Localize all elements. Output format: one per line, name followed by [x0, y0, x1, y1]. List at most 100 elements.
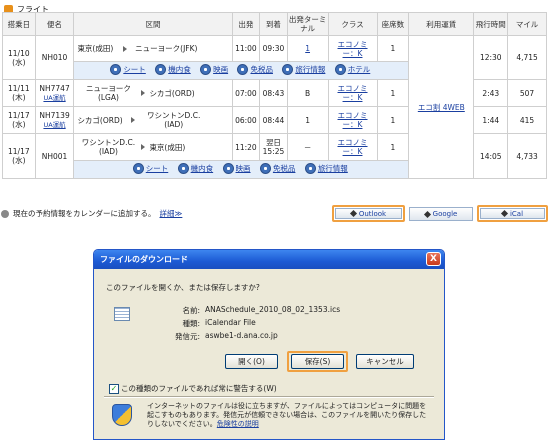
meal-link[interactable]: 機内食 — [191, 164, 214, 173]
movie-link[interactable]: 映画 — [236, 164, 251, 173]
ical-button[interactable]: iCal — [477, 205, 548, 222]
class-link[interactable]: エコノミー：K — [333, 40, 373, 58]
fare-link[interactable]: エコ割 4WEB — [418, 103, 465, 112]
time-cell: 2:43 — [473, 79, 509, 107]
risk-link[interactable]: 危険性の説明 — [217, 420, 259, 428]
seat-icon — [132, 163, 144, 174]
th-fare: 利用運賃 — [408, 12, 475, 36]
th-dep: 出発 — [231, 12, 261, 36]
pen-icon — [423, 210, 431, 218]
th-seats: 座席数 — [376, 12, 410, 36]
th-miles: マイル — [507, 12, 547, 36]
meal-icon — [155, 64, 167, 75]
warn-checkbox-row[interactable]: ✓ この種類のファイルであれば常に警告する(W) — [109, 383, 277, 394]
miles-cell: 4,733 — [507, 133, 547, 179]
terminal-link[interactable]: 1 — [305, 44, 310, 53]
outlook-button[interactable]: Outlook — [332, 205, 405, 222]
seat-link[interactable]: シート — [146, 164, 169, 173]
type-value: iCalendar File — [205, 318, 256, 327]
date-cell: 11/10 (水) — [2, 35, 36, 80]
calendar-add-row: 現在の予約情報をカレンダーに追加する。 詳細≫ — [1, 208, 182, 219]
date-cell: 11/17 (水) — [2, 106, 36, 134]
th-arr: 到着 — [259, 12, 288, 36]
time-cell: 14:05 — [473, 133, 509, 179]
hotel-icon — [334, 64, 346, 75]
class-link[interactable]: エコノミー：K — [333, 84, 373, 102]
route-cell: ワシントンD.C.(IAD) 東京(成田) — [73, 133, 233, 161]
seat-icon — [110, 64, 122, 75]
miles-cell: 415 — [507, 106, 547, 134]
th-route: 区間 — [73, 12, 233, 36]
outlook-label: Outlook — [358, 209, 387, 218]
time-cell: 1:44 — [473, 106, 509, 134]
th-terminal: 出発ターミナル — [286, 12, 329, 36]
dep-cell: 07:00 — [231, 79, 261, 107]
seats-cell: 1 — [376, 106, 410, 134]
movie-icon — [200, 64, 212, 75]
cancel-button[interactable]: キャンセル — [356, 354, 414, 369]
movie-link[interactable]: 映画 — [213, 65, 228, 74]
checkbox[interactable]: ✓ — [109, 383, 119, 394]
calendar-text: 現在の予約情報をカレンダーに追加する。 — [13, 209, 156, 218]
travel-info-icon — [304, 163, 316, 174]
flight-cell: NH7747 UA運航 — [34, 79, 75, 107]
terminal-cell: B — [286, 79, 329, 107]
fare-cell: エコ割 4WEB — [408, 35, 475, 179]
dutyfree-link[interactable]: 免税品 — [273, 164, 296, 173]
google-label: Google — [432, 210, 458, 218]
seats-cell: 1 — [376, 133, 410, 161]
arr-cell: 09:30 — [259, 35, 288, 62]
dialog-question: このファイルを開くか、または保存しますか? — [106, 283, 260, 292]
terminal-cell: 1 — [286, 106, 329, 134]
google-button[interactable]: Google — [409, 207, 473, 221]
dialog-title: ファイルのダウンロード — [100, 255, 188, 264]
shield-icon — [112, 404, 132, 426]
meal-icon — [177, 163, 189, 174]
travel-info-icon — [282, 64, 294, 75]
close-icon[interactable]: X — [426, 252, 441, 266]
source-value: aswbe1-d.ana.co.jp — [205, 331, 278, 340]
table-header-row: 搭乗日 便名 区間 出発 到着 出発ターミナル クラス 座席数 利用運賃 飛行時… — [2, 12, 547, 36]
class-link[interactable]: エコノミー：K — [333, 111, 373, 129]
save-button[interactable]: 保存(S) — [291, 354, 344, 369]
flight-cell: NH010 — [34, 35, 75, 80]
dutyfree-link[interactable]: 免税品 — [250, 65, 273, 74]
type-label: 種類: — [182, 319, 200, 328]
travel-info-link[interactable]: 旅行情報 — [318, 164, 348, 173]
miles-cell: 507 — [507, 79, 547, 107]
name-label: 名前: — [182, 306, 200, 315]
time-cell: 12:30 — [473, 35, 509, 80]
seats-cell: 1 — [376, 35, 410, 62]
travel-info-link[interactable]: 旅行情報 — [295, 65, 325, 74]
operator-link[interactable]: UA運航 — [43, 121, 65, 129]
class-link[interactable]: エコノミー：K — [333, 138, 373, 156]
dep-cell: 11:00 — [231, 35, 261, 62]
pen-icon — [349, 209, 357, 218]
arr-cell: 翌日 15:25 — [259, 133, 288, 161]
flight-cell: NH7139 UA運航 — [34, 106, 75, 134]
hotel-link[interactable]: ホテル — [348, 65, 371, 74]
arr-cell: 08:44 — [259, 106, 288, 134]
route-cell: 東京(成田) ニューヨーク(JFK) — [73, 35, 233, 62]
date-cell: 11/17 (水) — [2, 133, 36, 179]
operator-link[interactable]: UA運航 — [43, 94, 65, 102]
calendar-details-link[interactable]: 詳細≫ — [160, 208, 183, 219]
checkbox-label: この種類のファイルであれば常に警告する(W) — [121, 384, 277, 393]
open-button[interactable]: 開く(O) — [225, 354, 278, 369]
seat-link[interactable]: シート — [123, 65, 146, 74]
file-icon — [114, 307, 130, 321]
services-cell: シート 機内食 映画 免税品 旅行情報 ホテル — [73, 61, 410, 80]
meal-link[interactable]: 機内食 — [168, 65, 191, 74]
ical-label: iCal — [509, 209, 524, 218]
terminal-cell: － — [286, 133, 329, 161]
arr-cell: 08:43 — [259, 79, 288, 107]
th-flight: 便名 — [34, 12, 75, 36]
th-time: 飛行時間 — [473, 12, 509, 36]
pen-icon — [500, 209, 508, 218]
route-cell: ニューヨーク(LGA) シカゴ(ORD) — [73, 79, 233, 107]
movie-icon — [222, 163, 234, 174]
dialog-titlebar: ファイルのダウンロード X — [94, 250, 444, 269]
arrow-icon — [1, 209, 9, 218]
class-cell: エコノミー：K — [327, 106, 378, 134]
seats-cell: 1 — [376, 79, 410, 107]
